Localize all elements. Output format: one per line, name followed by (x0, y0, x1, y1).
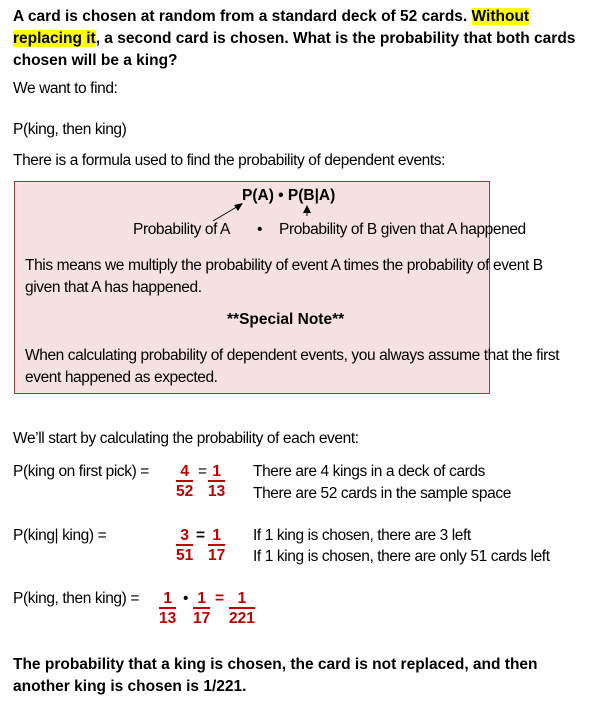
fraction-numerator: 1 (229, 590, 255, 609)
step1-note-2: There are 52 cards in the sample space (253, 485, 511, 502)
special-note-title: **Special Note** (227, 311, 344, 329)
step1-note-1: There are 4 kings in a deck of cards (253, 463, 486, 480)
bullet-separator: • (257, 221, 263, 238)
fraction-denominator: 17 (193, 610, 211, 627)
fraction-numerator: 3 (176, 527, 194, 546)
step3-fraction-2: 1 17 (193, 590, 211, 629)
arrow-to-pa-icon (212, 203, 243, 222)
step1-fraction-2: 1 13 (208, 463, 226, 502)
step2-fraction-2: 1 17 (208, 527, 226, 566)
label-probability-a: Probability of A (133, 221, 230, 238)
label-probability-b-given-a: Probability of B given that A happened (279, 221, 526, 238)
step2-label: P(king| king) = (13, 527, 107, 544)
fraction-numerator: 1 (208, 527, 226, 546)
special-note-text: When calculating probability of dependen… (25, 347, 560, 386)
conclusion: The probability that a king is chosen, t… (13, 656, 538, 695)
fraction-denominator: 52 (176, 483, 194, 500)
step1-fraction-1: 4 52 (176, 463, 194, 502)
fraction-denominator: 13 (208, 483, 226, 500)
step1-label: P(king on first pick) = (13, 463, 149, 480)
fraction-denominator: 51 (176, 547, 194, 564)
step2-fraction-1: 3 51 (176, 527, 194, 566)
special-note-title-text: **Special Note** (227, 311, 345, 328)
step2-note-2: If 1 king is chosen, there are only 51 c… (253, 548, 550, 565)
step3-fraction-result: 1 221 (229, 590, 255, 629)
fraction-numerator: 1 (159, 590, 177, 609)
step2-note-1: If 1 king is chosen, there are 3 left (253, 527, 471, 544)
multiply-dot: • (183, 590, 189, 607)
fraction-denominator: 13 (159, 610, 177, 627)
step3-label: P(king, then king) = (13, 590, 139, 607)
formula-explanation: This means we multiply the probability o… (25, 257, 543, 296)
step3-fraction-1: 1 13 (159, 590, 177, 629)
fraction-numerator: 1 (208, 463, 226, 482)
equals-sign: = (215, 590, 225, 607)
calc-intro: We’ll start by calculating the probabili… (13, 430, 359, 447)
fraction-numerator: 1 (193, 590, 211, 609)
equals-sign: = (196, 527, 206, 544)
fraction-denominator: 221 (229, 610, 255, 627)
equals-sign: = (198, 463, 208, 480)
fraction-denominator: 17 (208, 547, 226, 564)
arrow-to-pba-icon (303, 205, 311, 216)
fraction-numerator: 4 (176, 463, 194, 482)
